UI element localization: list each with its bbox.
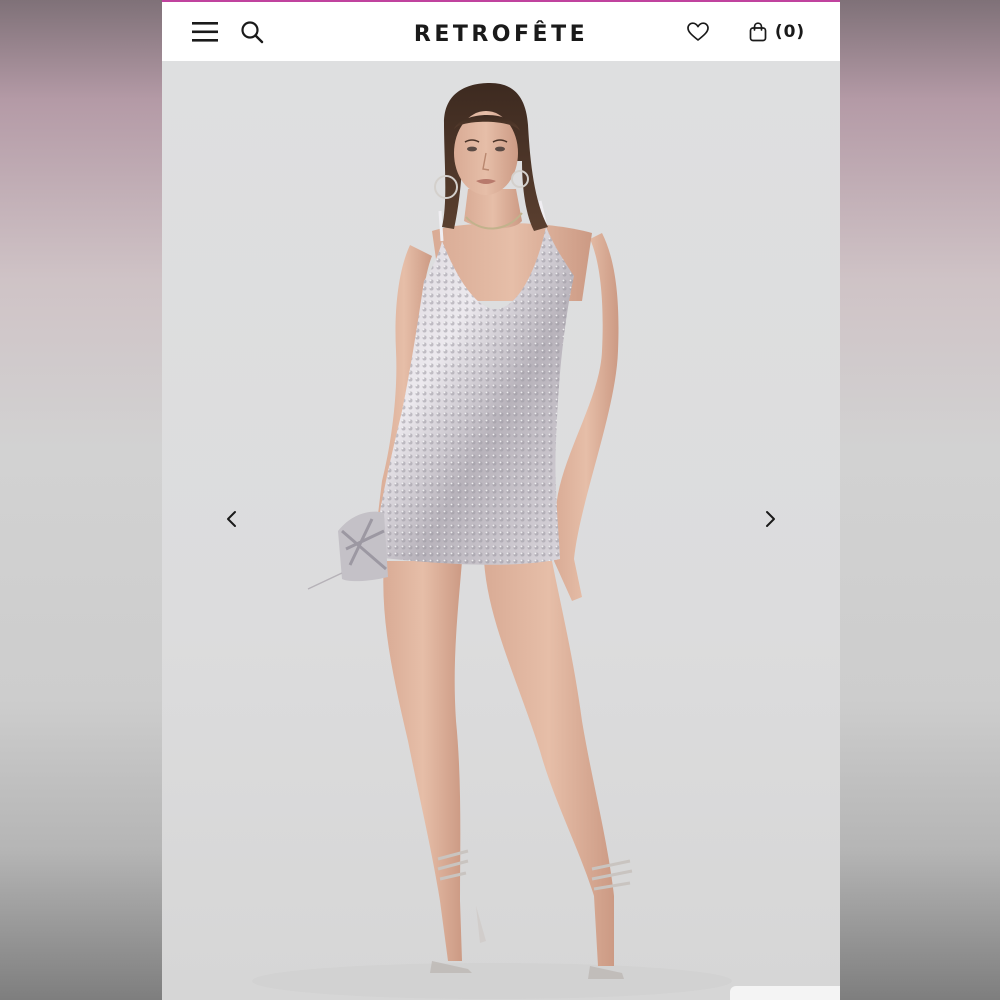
- site-header: RETROFÊTE (0): [162, 0, 840, 61]
- shopping-bag-icon: [749, 22, 767, 42]
- shopping-bag-button[interactable]: (0): [744, 18, 810, 46]
- chevron-left-icon: [227, 511, 236, 527]
- brand-logo[interactable]: RETROFÊTE: [162, 22, 840, 47]
- mobile-page: RETROFÊTE (0): [162, 0, 840, 1000]
- blurred-background-right: [840, 0, 1000, 1000]
- bag-count: (0): [774, 22, 806, 42]
- blurred-background-left: [0, 0, 162, 1000]
- product-image-gallery: [162, 61, 840, 1000]
- previous-image-button[interactable]: [220, 507, 244, 531]
- next-image-button[interactable]: [758, 507, 782, 531]
- product-photo[interactable]: [162, 61, 840, 1000]
- wishlist-button[interactable]: [684, 18, 712, 46]
- overlay-chip[interactable]: [730, 986, 840, 1000]
- screen: RETROFÊTE (0): [0, 0, 1000, 1000]
- heart-icon: [687, 22, 709, 41]
- chevron-right-icon: [766, 511, 775, 527]
